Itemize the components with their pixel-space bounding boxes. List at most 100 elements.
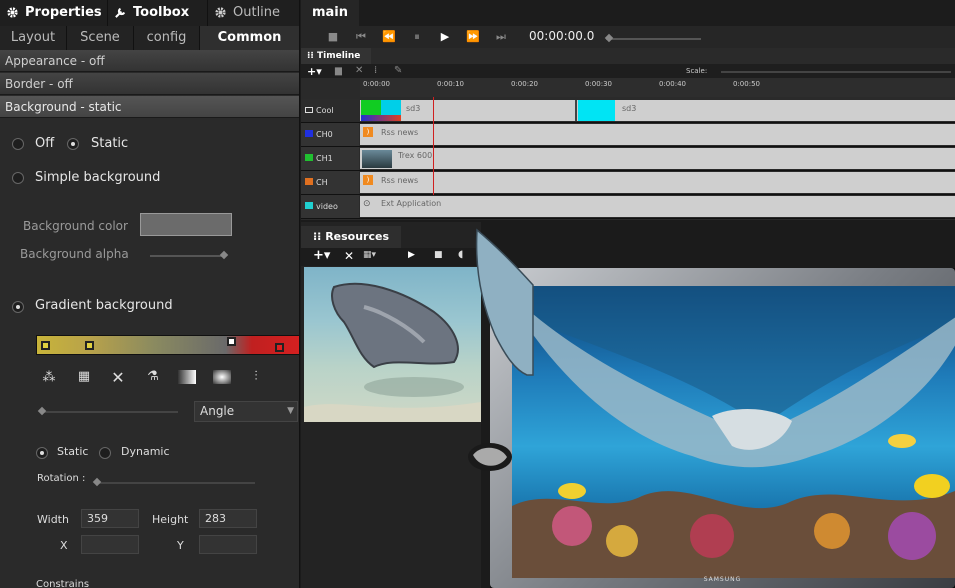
timeline-row[interactable]: CH1 Trex 600 xyxy=(301,147,955,171)
tab-main[interactable]: main xyxy=(301,0,359,26)
rss-icon: ) xyxy=(363,127,373,137)
radio-static[interactable] xyxy=(67,138,79,150)
clip-label[interactable]: sd3 xyxy=(622,104,636,113)
add-icon[interactable]: +▾ xyxy=(313,248,330,263)
timeline-row[interactable]: CH ) Rss news xyxy=(301,171,955,195)
x-input[interactable] xyxy=(81,535,139,554)
properties-panel: Properties Toolbox Outline Layout Scene … xyxy=(0,0,300,588)
timeline-row[interactable]: CH0 ) Rss news xyxy=(301,123,955,147)
rewind-icon[interactable]: ⏪ xyxy=(375,26,403,48)
clip-thumbnail xyxy=(361,115,401,121)
clip-label[interactable]: Trex 600 xyxy=(398,151,432,160)
color-balls-icon[interactable]: ⁂ xyxy=(40,370,58,385)
delete-icon[interactable]: ✕ xyxy=(355,65,363,76)
linear-gradient-icon[interactable] xyxy=(178,370,196,384)
sliders-icon[interactable]: ⫶ xyxy=(247,369,265,384)
skip-back-icon[interactable]: ⏮ xyxy=(347,26,375,48)
clip-label[interactable]: Ext Application xyxy=(381,199,441,208)
view-mode-icon[interactable]: ▦▾ xyxy=(363,250,376,260)
scale-label: Scale: xyxy=(686,67,708,75)
gradient-stop[interactable] xyxy=(227,337,236,346)
mode-static-label: Static xyxy=(57,445,89,458)
gradient-bar[interactable] xyxy=(36,335,299,355)
height-input[interactable]: 283 xyxy=(199,509,257,528)
gradient-type-select[interactable]: Angle ▼ xyxy=(194,401,298,422)
radio-off[interactable] xyxy=(12,138,24,150)
timeline-row[interactable]: video ⊙ Ext Application xyxy=(301,195,955,219)
timeline-row[interactable]: Cool sd3 sd3 xyxy=(301,99,955,123)
delete-icon[interactable]: ✕ xyxy=(344,249,354,263)
y-input[interactable] xyxy=(199,535,257,554)
resources-icon: ⁝⁝ xyxy=(313,230,326,243)
radio-mode-dynamic[interactable] xyxy=(99,447,111,459)
playhead[interactable] xyxy=(433,97,434,195)
subtab-common[interactable]: Common xyxy=(200,26,299,50)
position-slider[interactable] xyxy=(606,38,701,40)
track-name[interactable]: video xyxy=(301,195,359,218)
gradient-stop[interactable] xyxy=(41,341,50,350)
gradient-stop[interactable] xyxy=(275,343,284,352)
background-alpha-slider[interactable] xyxy=(150,255,225,257)
gear-icon xyxy=(215,7,226,18)
radial-gradient-icon[interactable] xyxy=(213,370,231,384)
gradient-stop[interactable] xyxy=(85,341,94,350)
ruler-tick: 0:00:10 xyxy=(437,80,464,88)
paint-bucket-icon[interactable]: ⚗ xyxy=(144,369,162,384)
transport-bar: ■ ⏮ ⏪ ⏸ ▶ ⏩ ⏭ 00:00:00.0 xyxy=(301,26,955,48)
tab-outline[interactable]: Outline xyxy=(208,0,299,26)
track-name[interactable]: Cool xyxy=(301,99,359,122)
track-lane xyxy=(360,148,955,169)
angle-slider-handle[interactable] xyxy=(37,406,47,416)
folder-icon[interactable]: ▆ xyxy=(335,66,342,76)
grid-icon[interactable]: ▦ xyxy=(75,369,93,384)
subtab-layout[interactable]: Layout xyxy=(0,26,67,50)
section-appearance[interactable]: Appearance - off xyxy=(0,50,299,72)
section-background[interactable]: Background - static xyxy=(0,96,299,118)
ruler-tick: 0:00:40 xyxy=(659,80,686,88)
track-name[interactable]: CH0 xyxy=(301,123,359,146)
preview-display: SAMSUNG xyxy=(490,268,955,588)
clip-label[interactable]: Rss news xyxy=(381,128,418,137)
pause-icon[interactable]: ⏸ xyxy=(403,26,431,48)
add-icon[interactable]: +▾ xyxy=(307,65,322,78)
track-name[interactable]: CH1 xyxy=(301,147,359,170)
play-icon[interactable]: ▶ xyxy=(431,26,459,48)
channel-color xyxy=(305,178,313,185)
background-color-swatch[interactable] xyxy=(140,213,232,236)
track-name[interactable]: CH xyxy=(301,171,359,194)
ruler-tick: 0:00:30 xyxy=(585,80,612,88)
alpha-slider-handle[interactable] xyxy=(219,250,229,260)
pen-icon[interactable]: ✎ xyxy=(394,65,402,76)
subtab-scene[interactable]: Scene xyxy=(67,26,134,50)
monitor-icon xyxy=(305,107,313,113)
stop-icon[interactable]: ■ xyxy=(319,26,347,48)
background-alpha-label: Background alpha xyxy=(20,247,129,261)
clip-label[interactable]: sd3 xyxy=(406,104,420,113)
skip-forward-icon[interactable]: ⏭ xyxy=(487,26,515,48)
channel-color xyxy=(305,154,313,161)
play-icon[interactable]: ▶ xyxy=(408,250,415,260)
aquarium-image xyxy=(512,286,955,578)
stop-icon[interactable]: ■ xyxy=(434,250,443,260)
subtab-config[interactable]: config xyxy=(134,26,200,50)
fast-forward-icon[interactable]: ⏩ xyxy=(459,26,487,48)
split-icon[interactable]: ⁞ xyxy=(374,65,377,76)
radio-simple-background[interactable] xyxy=(12,172,24,184)
rotation-slider[interactable] xyxy=(95,482,255,484)
gradient-angle-slider[interactable] xyxy=(40,411,178,413)
timeline-tab[interactable]: ⁝⁝ Timeline xyxy=(301,48,371,64)
section-border[interactable]: Border - off xyxy=(0,73,299,95)
tab-toolbox[interactable]: Toolbox xyxy=(108,0,208,26)
resources-tab[interactable]: ⁝⁝ Resources xyxy=(301,226,401,248)
width-input[interactable]: 359 xyxy=(81,509,139,528)
tab-properties[interactable]: Properties xyxy=(0,0,108,26)
position-slider-handle[interactable] xyxy=(604,33,614,43)
close-icon[interactable]: ✕ xyxy=(109,368,127,387)
rotation-slider-handle[interactable] xyxy=(92,477,102,487)
ruler-tick: 0:00:50 xyxy=(733,80,760,88)
scale-slider[interactable] xyxy=(721,71,951,73)
radio-mode-static[interactable] xyxy=(36,447,48,459)
rss-icon: ) xyxy=(363,175,373,185)
clip-label[interactable]: Rss news xyxy=(381,176,418,185)
radio-gradient-background[interactable] xyxy=(12,301,24,313)
